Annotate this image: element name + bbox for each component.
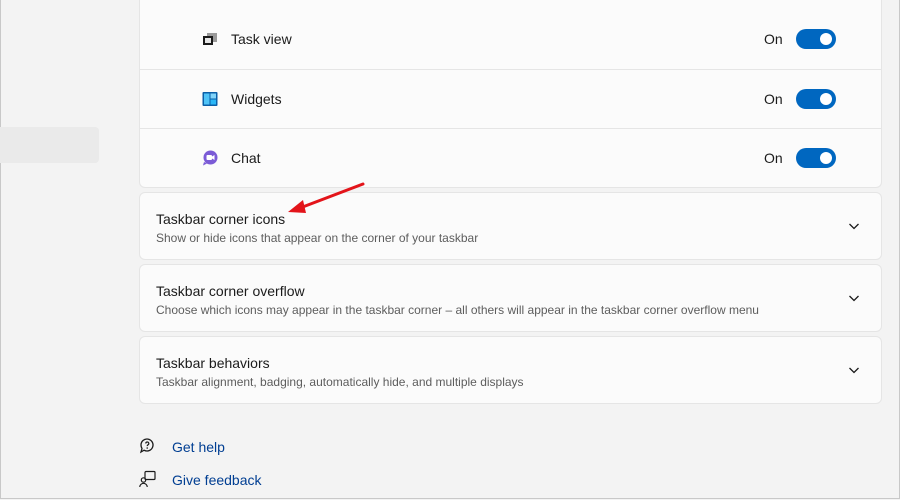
toggle-knob — [820, 93, 832, 105]
chevron-down-icon[interactable] — [846, 290, 862, 306]
chevron-down-icon[interactable] — [846, 218, 862, 234]
chat-state: On — [764, 150, 783, 166]
taskbar-items-card: Task view On Widgets On Chat On — [139, 0, 882, 188]
feedback-icon — [139, 470, 156, 488]
give-feedback-link[interactable]: Give feedback — [172, 468, 262, 492]
expander-subtitle: Show or hide icons that appear on the co… — [156, 231, 479, 245]
chevron-down-icon[interactable] — [846, 362, 862, 378]
expander-taskbar-corner-overflow[interactable]: Taskbar corner overflow Choose which ico… — [139, 264, 882, 332]
chat-icon — [203, 150, 218, 166]
give-feedback-row[interactable]: Give feedback — [139, 468, 339, 492]
expander-subtitle: Choose which icons may appear in the tas… — [156, 303, 759, 317]
expander-title: Taskbar corner icons — [156, 211, 286, 227]
setting-row-widgets: Widgets On — [140, 69, 881, 128]
task-view-toggle[interactable] — [796, 29, 836, 49]
setting-row-chat: Chat On — [140, 128, 881, 187]
task-view-label: Task view — [231, 31, 292, 47]
toggle-knob — [820, 152, 832, 164]
get-help-row[interactable]: Get help — [139, 435, 339, 459]
expander-taskbar-corner-icons[interactable]: Taskbar corner icons Show or hide icons … — [139, 192, 882, 260]
expander-title: Taskbar corner overflow — [156, 283, 305, 299]
chat-toggle[interactable] — [796, 148, 836, 168]
toggle-knob — [820, 33, 832, 45]
expander-title: Taskbar behaviors — [156, 355, 270, 371]
setting-row-task-view: Task view On — [140, 10, 881, 68]
expander-taskbar-behaviors[interactable]: Taskbar behaviors Taskbar alignment, bad… — [139, 336, 882, 404]
sidebar-selected-item[interactable] — [0, 127, 99, 163]
help-icon — [139, 438, 154, 454]
widgets-icon — [202, 92, 218, 106]
widgets-label: Widgets — [231, 91, 282, 107]
get-help-link[interactable]: Get help — [172, 435, 225, 459]
expander-subtitle: Taskbar alignment, badging, automaticall… — [156, 375, 524, 389]
task-view-icon — [203, 33, 217, 45]
widgets-toggle[interactable] — [796, 89, 836, 109]
task-view-state: On — [764, 31, 783, 47]
widgets-state: On — [764, 91, 783, 107]
chat-label: Chat — [231, 150, 261, 166]
